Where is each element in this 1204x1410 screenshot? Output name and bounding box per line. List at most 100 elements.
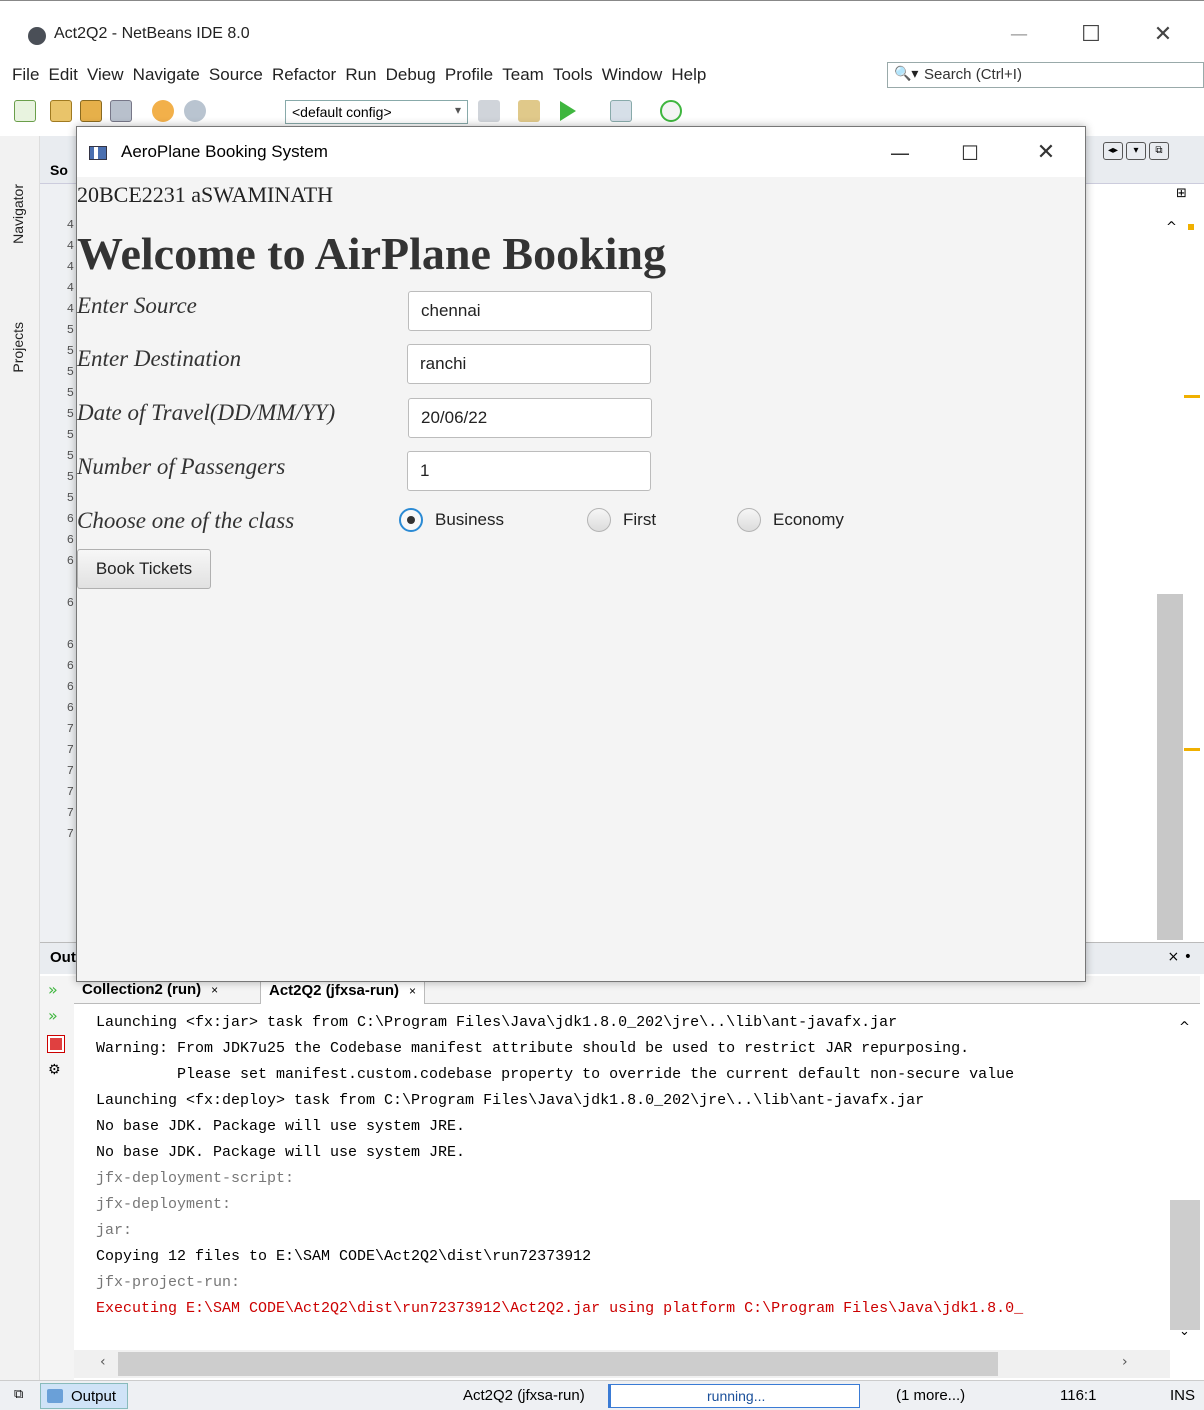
line-number: 6 — [66, 638, 74, 652]
line-number: 5 — [66, 323, 74, 337]
radio-label: Economy — [773, 510, 844, 529]
close-icon[interactable]: ✕ — [1023, 135, 1069, 171]
line-number: 6 — [66, 533, 74, 547]
scroll-left-icon[interactable]: ‹ — [100, 1354, 106, 1370]
radio-business[interactable]: Business — [399, 505, 504, 535]
ide-search-input[interactable]: 🔍▾ Search (Ctrl+I) — [887, 62, 1204, 88]
profile-icon[interactable] — [660, 100, 682, 122]
projects-tab[interactable]: Projects — [10, 322, 26, 373]
new-project-icon[interactable] — [50, 100, 72, 122]
menu-debug[interactable]: Debug — [381, 62, 436, 88]
close-tab-icon[interactable]: × — [211, 983, 218, 997]
date-label: Date of Travel(DD/MM/YY) — [77, 400, 336, 425]
split-icon[interactable]: ⊞ — [1176, 186, 1187, 201]
progress-text: running... — [707, 1388, 766, 1404]
output-panel-controls[interactable]: × • — [1168, 949, 1192, 965]
console-line: jfx-deployment: — [96, 1196, 232, 1213]
line-number: 6 — [66, 596, 74, 610]
console-vertical-scrollbar[interactable]: ^ ⌄ — [1170, 1004, 1200, 1350]
progress-bar[interactable]: running... — [608, 1384, 860, 1408]
line-number: 7 — [66, 722, 74, 736]
radio-first[interactable]: First — [587, 505, 656, 535]
status-bar: ⧉ Output Act2Q2 (jfxsa-run) running... (… — [0, 1380, 1204, 1410]
tab-label: Collection2 (run) — [82, 981, 202, 998]
scroll-thumb[interactable] — [1170, 1200, 1200, 1330]
destination-input[interactable]: ranchi — [407, 344, 651, 384]
clean-build-icon[interactable] — [478, 100, 500, 122]
tab-list-icon[interactable]: ▾ — [1126, 142, 1146, 160]
menu-window[interactable]: Window — [597, 62, 662, 88]
warning-marker[interactable] — [1188, 224, 1194, 230]
menu-tools[interactable]: Tools — [548, 62, 593, 88]
menu-source[interactable]: Source — [204, 62, 263, 88]
stop-icon[interactable] — [47, 1035, 65, 1053]
build-icon[interactable] — [518, 100, 540, 122]
date-input[interactable]: 20/06/22 — [408, 398, 652, 438]
close-icon[interactable]: ✕ — [1140, 17, 1186, 53]
editor-scrollbar[interactable] — [1157, 594, 1183, 940]
navigator-tab[interactable]: Navigator — [10, 184, 26, 244]
class-label: Choose one of the class — [77, 508, 295, 533]
scroll-thumb[interactable] — [118, 1352, 998, 1376]
running-task-label: Act2Q2 (jfxsa-run) — [463, 1387, 585, 1404]
line-number: 4 — [66, 260, 74, 274]
new-file-icon[interactable] — [14, 100, 36, 122]
settings-icon[interactable]: ⚙ — [48, 1062, 64, 1078]
line-number-gutter: 4 4 4 4 4 5 5 5 5 5 5 5 5 5 6 6 6 6 6 6 … — [40, 184, 76, 942]
close-tab-icon[interactable]: × — [409, 984, 416, 998]
redo-icon[interactable] — [184, 100, 206, 122]
restore-icon[interactable]: ⧉ — [14, 1387, 23, 1402]
more-tasks-label[interactable]: (1 more...) — [896, 1387, 965, 1404]
book-tickets-button[interactable]: Book Tickets — [77, 549, 211, 589]
registration-label: 20BCE2231 aSWAMINATH — [77, 182, 334, 207]
line-number: 5 — [66, 491, 74, 505]
menu-view[interactable]: View — [82, 62, 124, 88]
menu-edit[interactable]: Edit — [44, 62, 78, 88]
rerun-icon[interactable]: » — [48, 980, 64, 999]
page-title: Welcome to AirPlane Booking — [77, 228, 667, 279]
maximize-icon[interactable]: ☐ — [947, 135, 993, 171]
menu-navigate[interactable]: Navigate — [128, 62, 200, 88]
console-line: Launching <fx:deploy> task from C:\Progr… — [96, 1092, 925, 1109]
console-horizontal-scrollbar[interactable]: ‹ › — [74, 1350, 1170, 1378]
editor-tab-label[interactable]: So — [50, 162, 68, 178]
save-all-icon[interactable] — [110, 100, 132, 122]
line-number: 7 — [66, 806, 74, 820]
rerun-with-params-icon[interactable]: » — [48, 1006, 64, 1025]
console-line: No base JDK. Package will use system JRE… — [96, 1118, 466, 1135]
booking-form: 20BCE2231 aSWAMINATH Welcome to AirPlane… — [77, 177, 1085, 981]
scroll-down-icon[interactable]: ⌄ — [1179, 1324, 1190, 1339]
menu-file[interactable]: File — [7, 62, 39, 88]
restore-window-icon[interactable]: ⧉ — [1149, 142, 1169, 160]
passengers-input[interactable]: 1 — [407, 451, 651, 491]
radio-economy[interactable]: Economy — [737, 505, 844, 535]
minimize-icon[interactable]: — — [996, 17, 1042, 53]
menu-help[interactable]: Help — [666, 62, 706, 88]
output-panel-title: Out — [50, 949, 76, 966]
output-minimized-button[interactable]: Output — [40, 1383, 128, 1409]
output-console[interactable]: Launching <fx:jar> task from C:\Program … — [74, 1004, 1200, 1350]
error-stripe-marker[interactable] — [1184, 395, 1200, 398]
app-window-icon — [89, 146, 107, 160]
ide-window-title: Act2Q2 - NetBeans IDE 8.0 — [54, 25, 250, 42]
menu-refactor[interactable]: Refactor — [267, 62, 336, 88]
tab-left-right-icon[interactable]: ◂▸ — [1103, 142, 1123, 160]
undo-icon[interactable] — [152, 100, 174, 122]
config-select[interactable]: <default config> ▾ — [285, 100, 468, 124]
source-input[interactable]: chennai — [408, 291, 652, 331]
tab-label: Act2Q2 (jfxsa-run) — [269, 982, 400, 999]
line-number: 6 — [66, 680, 74, 694]
run-icon[interactable] — [560, 101, 576, 121]
menu-run[interactable]: Run — [340, 62, 376, 88]
scroll-up-icon[interactable]: ^ — [1179, 1020, 1190, 1035]
scroll-right-icon[interactable]: › — [1122, 1354, 1128, 1370]
scroll-up-icon[interactable]: ^ — [1166, 220, 1177, 235]
menu-profile[interactable]: Profile — [440, 62, 493, 88]
maximize-icon[interactable]: ☐ — [1068, 17, 1114, 53]
open-project-icon[interactable] — [80, 100, 102, 122]
debug-icon[interactable] — [610, 100, 632, 122]
minimize-icon[interactable]: — — [877, 135, 923, 171]
menu-team[interactable]: Team — [497, 62, 544, 88]
error-stripe-marker[interactable] — [1184, 748, 1200, 751]
destination-label: Enter Destination — [77, 346, 242, 371]
